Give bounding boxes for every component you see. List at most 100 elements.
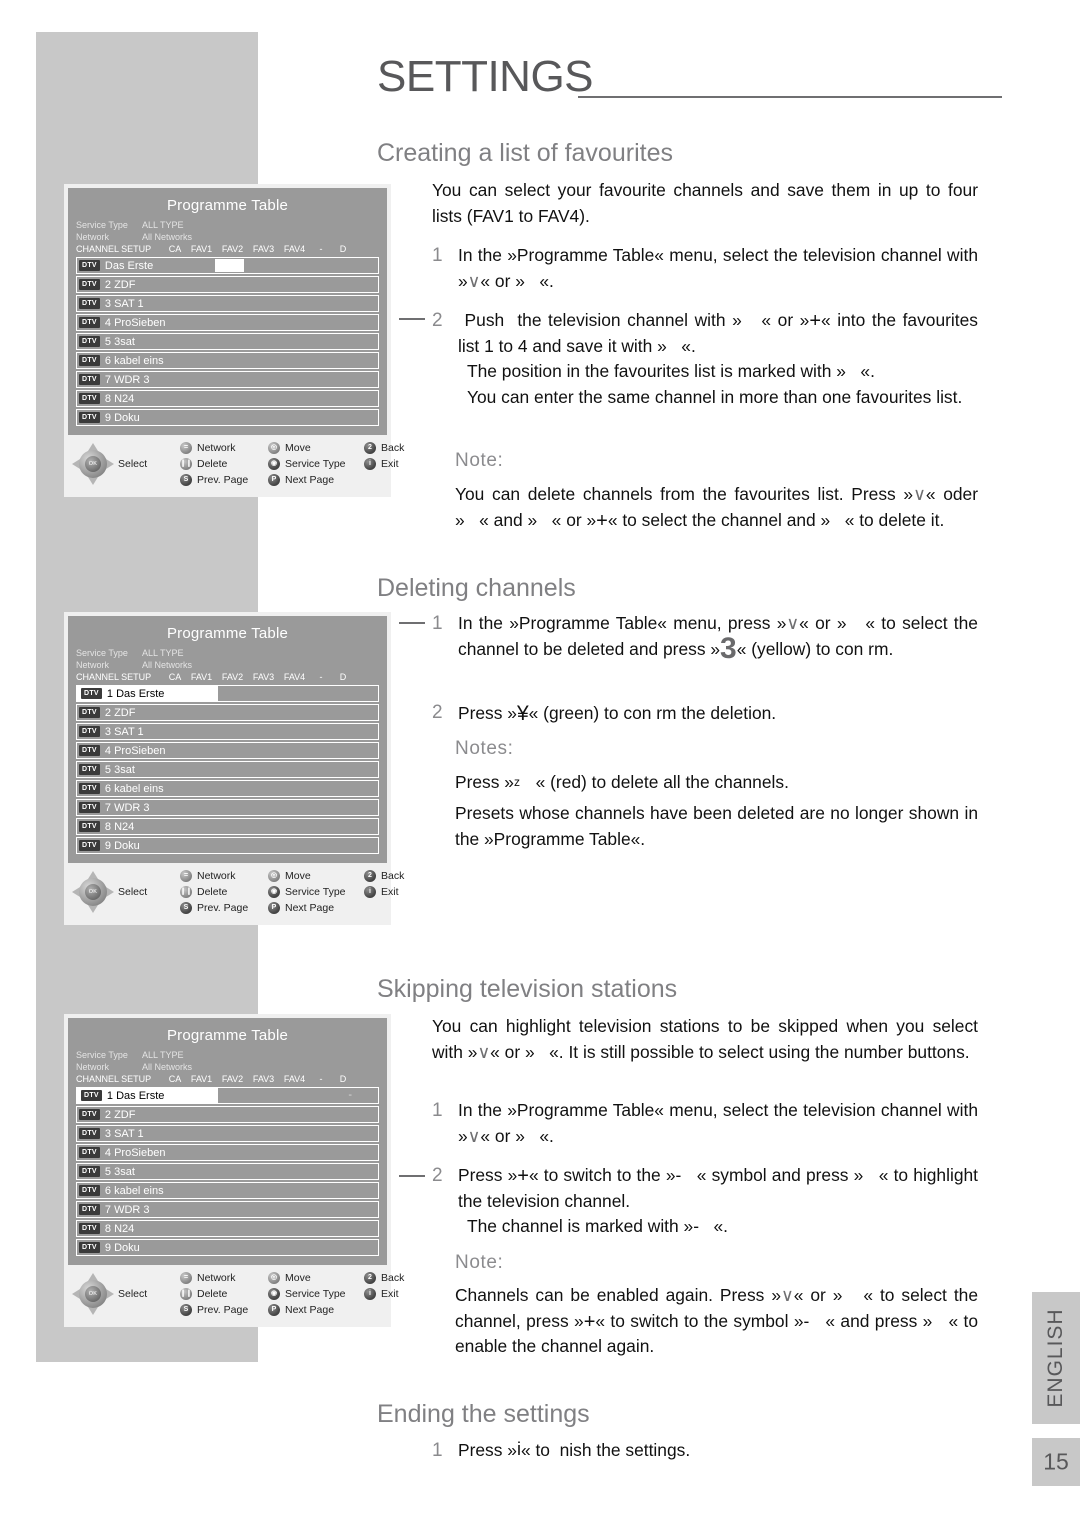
- legend-label: Network: [197, 442, 236, 454]
- legend-label: Prev. Page: [197, 474, 249, 486]
- step-text: In the »Programme Table« menu, press »∨«…: [458, 613, 978, 665]
- channel-name: 4 ProSieben: [104, 744, 166, 757]
- legend-label: Back: [381, 1272, 405, 1284]
- ok-button-label: OK: [85, 456, 101, 472]
- table-row[interactable]: DTV 7 WDR 3: [76, 1201, 379, 1218]
- channel-name: 3 SAT 1: [104, 725, 144, 738]
- table-row[interactable]: DTV 7 WDR 3: [76, 371, 379, 388]
- dtv-badge: DTV: [79, 764, 100, 775]
- table-row[interactable]: DTV 4 ProSieben: [76, 742, 379, 759]
- table-row[interactable]: DTV 4 ProSieben: [76, 314, 379, 331]
- legend-label: Back: [381, 870, 405, 882]
- legend-next-page: P Next Page: [268, 902, 364, 914]
- table-row[interactable]: DTV 3 SAT 1: [76, 1125, 379, 1142]
- table-row[interactable]: DTV 8 N24: [76, 818, 379, 835]
- step-subtext: You can enter the same channel in more t…: [467, 386, 963, 407]
- legend-label: Delete: [197, 458, 228, 470]
- dtv-badge: DTV: [79, 1147, 100, 1158]
- legend-label: Exit: [381, 1288, 399, 1300]
- table-row[interactable]: DTV 5 3sat: [76, 333, 379, 350]
- language-tab: ENGLISH: [1032, 1292, 1080, 1424]
- table-row[interactable]: DTV 2 ZDF: [76, 704, 379, 721]
- column-header-d: D: [339, 672, 347, 682]
- legend-network: = Network: [180, 870, 268, 882]
- column-header-ca: CA: [168, 244, 182, 254]
- legend-label: Next Page: [285, 902, 335, 914]
- legend-prev-page: S Prev. Page: [180, 474, 268, 486]
- step-number: 2: [432, 310, 443, 331]
- service-type-icon: ◉: [268, 886, 280, 898]
- table-row[interactable]: DTV 6 kabel eins: [76, 352, 379, 369]
- table-row-selected[interactable]: DTV 1 Das Erste -: [76, 1087, 379, 1104]
- dtv-badge: DTV: [81, 688, 102, 699]
- legend-service-type: ◉ Service Type: [268, 1288, 364, 1300]
- ending-step-1: 1 Press »i« to nish the settings.: [432, 1438, 978, 1464]
- legend-label: Prev. Page: [197, 1304, 249, 1316]
- table-row[interactable]: DTV 9 Doku: [76, 1239, 379, 1256]
- skipping-note-text: Channels can be enabled again. Press »∨«…: [455, 1285, 978, 1357]
- table-row[interactable]: DTV 3 SAT 1: [76, 295, 379, 312]
- network-icon: =: [180, 870, 192, 882]
- legend-move: ◎ Move: [268, 1272, 364, 1284]
- prev-page-icon: S: [180, 902, 192, 914]
- favourites-step-1: 1 In the »Programme Table« menu, select …: [432, 243, 978, 294]
- osd-meta-network: Network All Networks: [76, 232, 379, 244]
- table-row[interactable]: DTV 6 kabel eins: [76, 1182, 379, 1199]
- osd-legend: OK Select = Network ◎ Move 2 Back ❙❙ Delete …: [68, 435, 404, 493]
- column-header-fav3: FAV3: [252, 1074, 275, 1084]
- column-header-fav4: FAV4: [283, 672, 306, 682]
- table-row[interactable]: DTV 3 SAT 1: [76, 723, 379, 740]
- table-row[interactable]: DTV 5 3sat: [76, 761, 379, 778]
- delete-icon: ❙❙: [180, 886, 192, 898]
- section-heading-skipping: Skipping television stations: [377, 975, 678, 1003]
- deleting-step-2: 2 Press »¥« (green) to con rm the deleti…: [432, 700, 978, 727]
- prev-page-icon: S: [180, 474, 192, 486]
- osd-meta-network: Network All Networks: [76, 1062, 379, 1074]
- table-row[interactable]: DTV 7 WDR 3: [76, 799, 379, 816]
- table-row[interactable]: DTV 2 ZDF: [76, 276, 379, 293]
- exit-icon: i: [364, 886, 376, 898]
- step-subtext: The position in the favourites list is m…: [467, 361, 875, 382]
- connector-line-3: [399, 1175, 425, 1177]
- legend-service-type: ◉ Service Type: [268, 458, 364, 470]
- table-row[interactable]: DTV 9 Doku: [76, 837, 379, 854]
- skipping-note-label: Note:: [455, 1252, 504, 1273]
- table-row-selected[interactable]: DTV 1 Das Erste: [76, 685, 379, 702]
- legend-service-type: ◉ Service Type: [268, 886, 364, 898]
- column-header-fav2: FAV2: [221, 672, 244, 682]
- dpad-icon[interactable]: OK: [72, 443, 114, 485]
- dpad-icon[interactable]: OK: [72, 871, 114, 913]
- column-header-fav3: FAV3: [252, 244, 275, 254]
- dtv-badge: DTV: [79, 1242, 100, 1253]
- channel-name: 5 3sat: [104, 335, 135, 348]
- column-header-skip: -: [319, 672, 323, 682]
- deleting-note-text-1: Press »z « (red) to delete all the chann…: [455, 772, 789, 792]
- table-row[interactable]: DTV 5 3sat: [76, 1163, 379, 1180]
- table-row[interactable]: DTV 2 ZDF: [76, 1106, 379, 1123]
- dpad-icon[interactable]: OK: [72, 1273, 114, 1315]
- table-row[interactable]: DTV Das Erste: [76, 257, 379, 274]
- deleting-step-1: 1 In the »Programme Table« menu, press »…: [432, 611, 978, 665]
- column-header-fav1: FAV1: [190, 244, 213, 254]
- table-row[interactable]: DTV 4 ProSieben: [76, 1144, 379, 1161]
- channel-name: 6 kabel eins: [104, 782, 164, 795]
- osd-meta-value: All Networks: [142, 659, 193, 670]
- table-row[interactable]: DTV 8 N24: [76, 1220, 379, 1237]
- legend-label: Exit: [381, 886, 399, 898]
- table-row[interactable]: DTV 8 N24: [76, 390, 379, 407]
- legend-delete: ❙❙ Delete: [180, 458, 268, 470]
- step-text: Press »¥« (green) to con rm the deletion…: [458, 702, 777, 725]
- osd-column-headers: CHANNEL SETUP CA FAV1 FAV2 FAV3 FAV4 - D: [76, 243, 379, 255]
- legend-exit: i Exit: [364, 886, 404, 898]
- channel-name: 2 ZDF: [104, 1108, 136, 1121]
- legend-label: Move: [285, 870, 311, 882]
- channel-name: 4 ProSieben: [104, 1146, 166, 1159]
- dtv-badge: DTV: [81, 1090, 102, 1101]
- table-row[interactable]: DTV 9 Doku: [76, 409, 379, 426]
- channel-name: 2 ZDF: [104, 278, 136, 291]
- osd-meta-value: ALL TYPE: [142, 220, 184, 230]
- channel-name: 6 kabel eins: [104, 354, 164, 367]
- channel-name: 7 WDR 3: [104, 1203, 150, 1216]
- table-row[interactable]: DTV 6 kabel eins: [76, 780, 379, 797]
- channel-name: 1 Das Erste: [106, 1089, 165, 1102]
